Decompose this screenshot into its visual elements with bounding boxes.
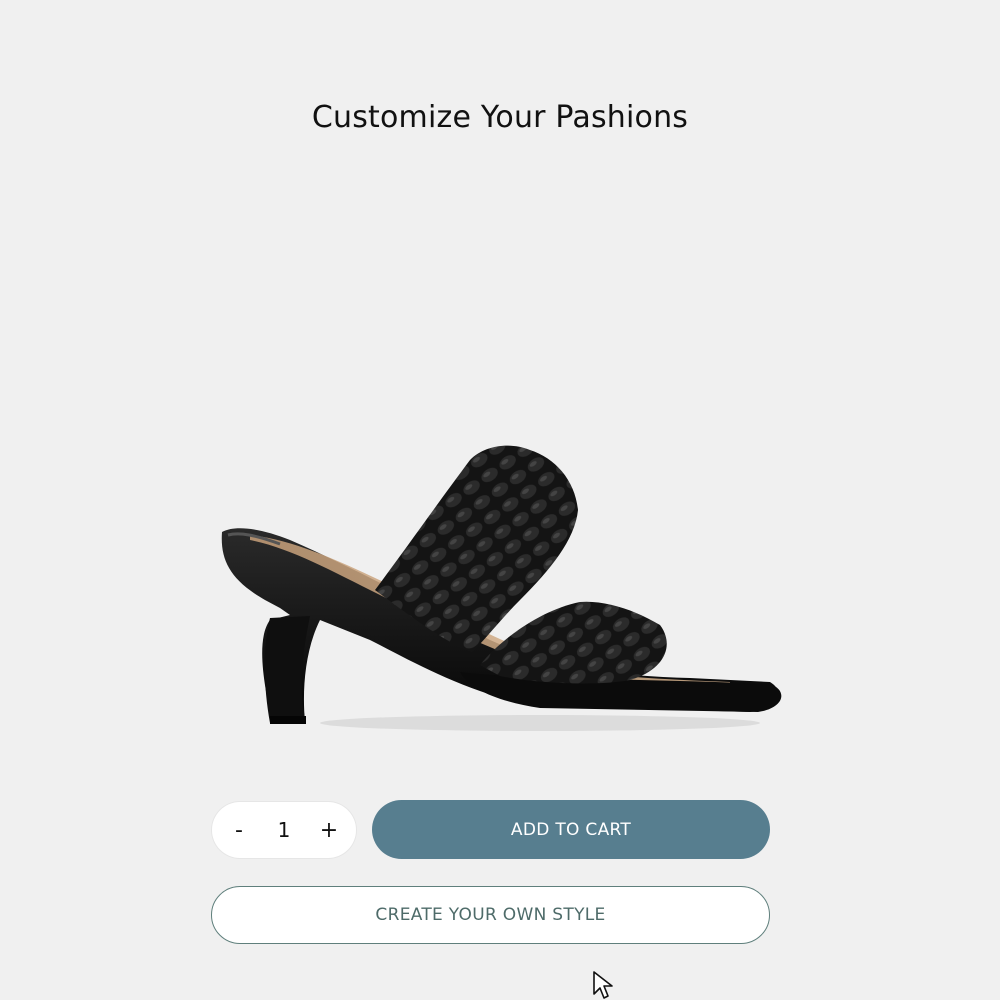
quantity-stepper: - 1 + — [212, 802, 356, 858]
quantity-value[interactable]: 1 — [264, 818, 304, 842]
page-title: Customize Your Pashions — [311, 100, 689, 135]
mouse-pointer-icon — [593, 971, 613, 999]
product-image — [221, 445, 782, 731]
decrement-button[interactable]: - — [224, 810, 254, 850]
add-to-cart-button[interactable]: ADD TO CART — [372, 800, 770, 859]
product-customize-page: Customize Your Pashions - 1 + ADD TO CAR… — [0, 0, 1000, 1000]
increment-button[interactable]: + — [314, 810, 344, 850]
create-your-own-style-button[interactable]: CREATE YOUR OWN STYLE — [211, 886, 770, 944]
